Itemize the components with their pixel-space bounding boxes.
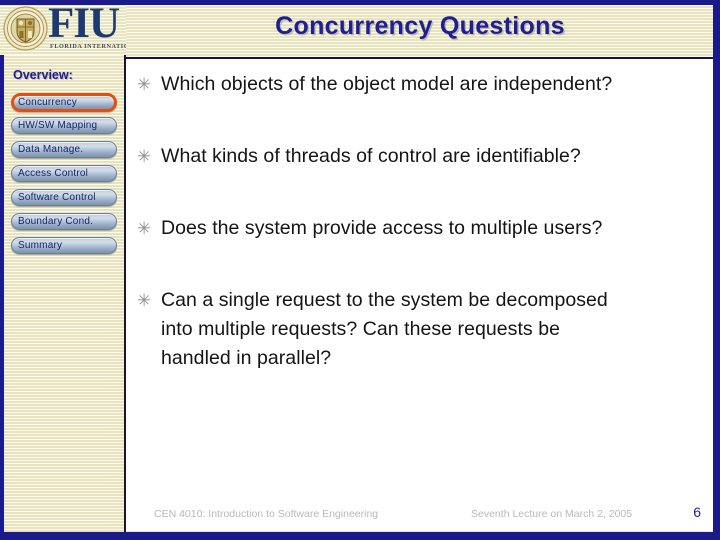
asterisk-bullet-icon: ✳ (137, 291, 152, 310)
asterisk-bullet-icon: ✳ (137, 147, 152, 166)
bullet-item: ✳ Can a single request to the system be … (135, 286, 695, 373)
bottom-accent-bar (0, 532, 720, 540)
sidebar-item-concurrency[interactable]: Concurrency (11, 93, 117, 112)
sidebar-item-label: Boundary Cond. (18, 216, 94, 227)
fiu-subtitle: FLORIDA INTERNATIONAL UNIVERSITY (50, 43, 126, 50)
sidebar-item-data-manage[interactable]: Data Manage. (11, 141, 117, 158)
bullet-item: ✳ Does the system provide access to mult… (135, 214, 695, 244)
bullet-text: Does the system provide access to multip… (161, 217, 603, 239)
sidebar-item-label: Access Control (18, 168, 89, 179)
bullet-text: Which objects of the object model are in… (161, 73, 613, 95)
bullet-item: ✳ What kinds of threads of control are i… (135, 142, 695, 172)
bullet-item: ✳ Which objects of the object model are … (135, 70, 695, 100)
sidebar-item-access-control[interactable]: Access Control (11, 165, 117, 182)
sidebar-heading: Overview: (13, 68, 73, 82)
slide-body: ✳ Which objects of the object model are … (135, 70, 695, 373)
fiu-logo-block: FIU FLORIDA INTERNATIONAL UNIVERSITY (0, 3, 126, 55)
asterisk-bullet-icon: ✳ (137, 219, 152, 238)
footer-course-text: CEN 4010: Introduction to Software Engin… (154, 508, 379, 520)
bullet-text: What kinds of threads of control are ide… (161, 145, 581, 167)
footer-lecture-text: Seventh Lecture on March 2, 2005 (471, 508, 633, 520)
sidebar-item-label: HW/SW Mapping (18, 120, 98, 131)
right-accent-rule (713, 0, 720, 540)
sidebar-item-boundary-cond[interactable]: Boundary Cond. (11, 213, 117, 230)
asterisk-bullet-icon: ✳ (137, 75, 152, 94)
fiu-seal-icon (3, 6, 48, 51)
fiu-wordmark: FIU (48, 3, 120, 47)
sidebar-item-software-control[interactable]: Software Control (11, 189, 117, 206)
sidebar-item-label: Summary (18, 240, 63, 251)
top-accent-rule (0, 0, 720, 5)
bullet-text: Can a single request to the system be de… (161, 289, 608, 369)
page-number: 6 (693, 504, 701, 520)
sidebar-left-accent (0, 55, 4, 532)
slide-canvas: Concurrency Questions FIU FLORIDA INTERN… (0, 0, 720, 540)
sidebar-item-label: Data Manage. (18, 144, 84, 155)
sidebar-nav-list: Concurrency HW/SW Mapping Data Manage. A… (11, 93, 119, 261)
sidebar-item-hwsw-mapping[interactable]: HW/SW Mapping (11, 117, 117, 134)
sidebar-item-label: Software Control (18, 192, 96, 203)
page-title: Concurrency Questions (275, 12, 565, 40)
sidebar-item-label: Concurrency (18, 97, 77, 108)
sidebar: Overview: Concurrency HW/SW Mapping Data… (0, 55, 126, 532)
header-underline (126, 57, 713, 59)
footer: CEN 4010: Introduction to Software Engin… (126, 500, 713, 532)
sidebar-item-summary[interactable]: Summary (11, 237, 117, 254)
